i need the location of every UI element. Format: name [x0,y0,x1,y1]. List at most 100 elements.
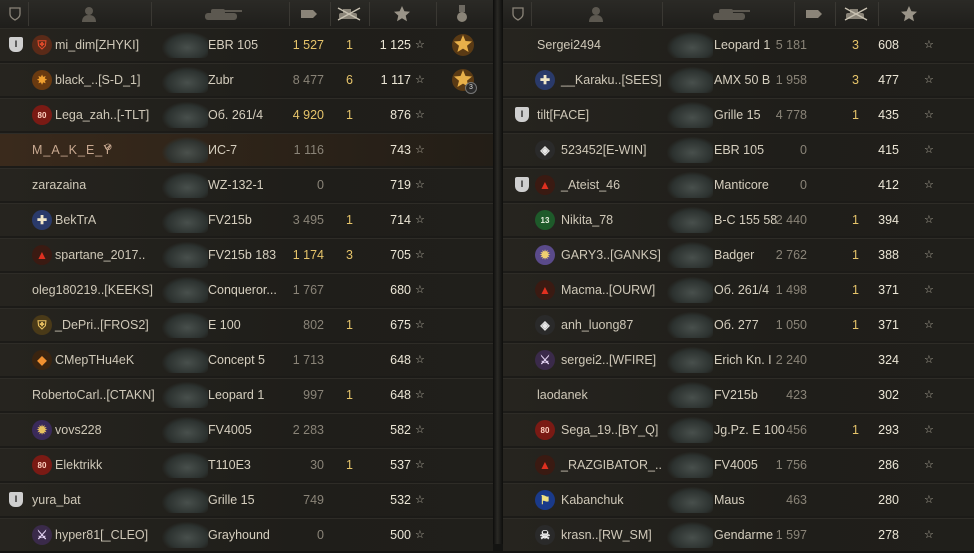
player-row[interactable]: ▲ Macma..[OURW] Об. 261/4 1 498 1 371 ☆ [503,273,974,306]
player-row[interactable]: ⛨ _DePri..[FROS2] E 100 802 1 675 ☆ [0,308,493,341]
xp-star-icon: ☆ [924,459,934,471]
player-row[interactable]: ◈ anh_luong87 Об. 277 1 050 1 371 ☆ [503,308,974,341]
player-name[interactable]: Lega_zah..[-TLT] [55,99,149,131]
player-row[interactable]: 80 Elektrikk T110E3 30 1 537 ☆ [0,448,493,481]
player-name[interactable]: krasn..[RW_SM] [561,519,652,551]
damage-value: 463 [786,493,807,507]
tank-silhouette-icon[interactable] [662,0,793,28]
damage-shell-icon[interactable] [794,0,834,28]
player-name[interactable]: Sega_19..[BY_Q] [561,414,658,446]
player-row[interactable]: I ▲ _Ateist_46 Manticore 0 412 ☆ [503,168,974,201]
player-row[interactable]: 80 Lega_zah..[-TLT] Об. 261/4 4 920 1 876 ☆ [0,98,493,131]
player-name[interactable]: BekTrA [55,204,96,236]
player-name[interactable]: RobertoCarl..[CTAKN] [32,379,155,411]
player-name[interactable]: GARY3..[GANKS] [561,239,661,271]
player-name[interactable]: mi_dim[ZHYKI] [55,29,139,61]
clan-emblem-purple-gear-icon: ✹ [32,420,52,440]
player-row[interactable]: Itilt[FACE] Grille 15 4 778 1 435 ☆ [503,98,974,131]
experience-value: 435 [878,108,899,122]
player-row[interactable]: RobertoCarl..[CTAKN] Leopard 1 997 1 648 ☆ [0,378,493,411]
player-name[interactable]: oleg180219..[KEEKS] [32,274,153,306]
clan-emblem-white-skull-icon: ☠ [535,525,555,545]
experience-star-icon[interactable] [369,0,435,28]
player-name[interactable]: sergei2..[WFIRE] [561,344,656,376]
player-name[interactable]: spartane_2017.. [55,239,145,271]
player-row[interactable]: ▲ spartane_2017.. FV215b 183 1 174 3 705 ☆ [0,238,493,271]
player-row[interactable]: ⚑ Kabanchuk Maus 463 280 ☆ [503,483,974,516]
player-row[interactable]: ✹ GARY3..[GANKS] Badger 2 762 1 388 ☆ [503,238,974,271]
player-name[interactable]: anh_luong87 [561,309,633,341]
tank-thumbnail-icon [162,417,208,443]
player-name[interactable]: __Karaku..[SEES] [561,64,662,96]
player-row[interactable]: ✚ __Karaku..[SEES] AMX 50 B 1 958 3 477 ☆ [503,63,974,96]
tank-thumbnail-icon [667,417,713,443]
experience-value: 293 [878,423,899,437]
player-name[interactable]: tilt[FACE] [537,99,589,131]
tank-thumbnail-icon [667,487,713,513]
experience-star-icon[interactable] [878,0,940,28]
platoon-shield-icon [507,0,529,28]
player-name[interactable]: laodanek [537,379,588,411]
clan-emblem-red-80-icon: 80 [535,420,555,440]
frags-tank-icon[interactable] [330,0,368,28]
player-row[interactable]: ☠ krasn..[RW_SM] Gendarme 1 597 278 ☆ [503,518,974,551]
tank-thumbnail-icon [162,172,208,198]
gold-medal-icon[interactable]: 3 [450,67,477,94]
player-name[interactable]: zarazaina [32,169,86,201]
player-row[interactable]: Iyura_bat Grille 15 749 532 ☆ [0,483,493,516]
player-name[interactable]: Sergei2494 [537,29,601,61]
player-name[interactable]: M_A_K_E_Y [32,134,113,166]
xp-star-icon: ☆ [924,284,934,296]
player-name[interactable]: black_..[S-D_1] [55,64,140,96]
player-name[interactable]: Elektrikk [55,449,102,481]
player-row[interactable]: Sergei2494 Leopard 1 5 181 3 608 ☆ [503,28,974,61]
clan-emblem-purple-sword-icon: ⚔ [535,350,555,370]
player-name[interactable]: hyper81[_CLEO] [55,519,148,551]
medal-icon[interactable] [436,0,488,28]
experience-value: 500 [390,528,411,542]
player-name[interactable]: _Ateist_46 [561,169,620,201]
player-row[interactable]: ▲ _RAZGIBATOR_.. FV4005 1 756 286 ☆ [503,448,974,481]
frags-value: 1 [346,38,353,52]
xp-star-icon: ☆ [924,389,934,401]
damage-value: 0 [800,178,807,192]
experience-value: 648 [390,353,411,367]
player-row[interactable]: 80 Sega_19..[BY_Q] Jg.Pz. E 100 456 1 293 ☆ [503,413,974,446]
player-row[interactable]: zarazaina WZ-132-1 0 719 ☆ [0,168,493,201]
player-name[interactable]: yura_bat [32,484,81,516]
player-row[interactable]: I ⛨ mi_dim[ZHYKI] EBR 105 1 527 1 1 125 ☆ [0,28,493,61]
player-name[interactable]: 523452[E-WIN] [561,134,646,166]
player-name[interactable]: CMepTHu4eK [55,344,134,376]
player-row[interactable]: oleg180219..[KEEKS] Conqueror... 1 767 680 ☆ [0,273,493,306]
player-row[interactable]: ✹ vovs228 FV4005 2 283 582 ☆ [0,413,493,446]
gold-medal-icon[interactable] [450,32,476,58]
player-row[interactable]: ◆ CMepTHu4eK Concept 5 1 713 648 ☆ [0,343,493,376]
tank-name: ИС-7 [208,143,238,157]
player-row[interactable]: ⚔ hyper81[_CLEO] Grayhound 0 500 ☆ [0,518,493,551]
player-row[interactable]: ✸ black_..[S-D_1] Zubr 8 477 6 1 117 ☆ 3 [0,63,493,96]
player-name[interactable]: vovs228 [55,414,102,446]
xp-star-icon: ☆ [415,459,425,471]
player-name[interactable]: _RAZGIBATOR_.. [561,449,662,481]
player-row[interactable]: laodanek FV215b 423 302 ☆ [503,378,974,411]
player-row[interactable]: 13 Nikita_78 B-C 155 58 2 440 1 394 ☆ [503,203,974,236]
player-row[interactable]: ⚔ sergei2..[WFIRE] Erich Kn. I2 240 324 ☆ [503,343,974,376]
player-name[interactable]: Macma..[OURW] [561,274,655,306]
experience-value: 394 [878,213,899,227]
damage-shell-icon[interactable] [289,0,329,28]
player-row[interactable]: M_A_K_E_Y ⊘ ИС-7 1 116 743 ☆ [0,133,493,166]
tank-thumbnail-icon [667,67,713,93]
frags-tank-icon[interactable] [835,0,877,28]
player-name[interactable]: Kabanchuk [561,484,624,516]
damage-value: 3 495 [292,213,324,227]
experience-value: 743 [390,143,411,157]
player-name[interactable]: _DePri..[FROS2] [55,309,149,341]
frags-value: 1 [346,458,353,472]
player-silhouette-icon[interactable] [28,0,150,28]
player-row[interactable]: ◈ 523452[E-WIN] EBR 105 0 415 ☆ [503,133,974,166]
tank-silhouette-icon[interactable] [151,0,288,28]
player-name[interactable]: Nikita_78 [561,204,613,236]
player-silhouette-icon[interactable] [531,0,661,28]
player-row[interactable]: ✚ BekTrA FV215b 3 495 1 714 ☆ [0,203,493,236]
damage-value: 749 [303,493,324,507]
